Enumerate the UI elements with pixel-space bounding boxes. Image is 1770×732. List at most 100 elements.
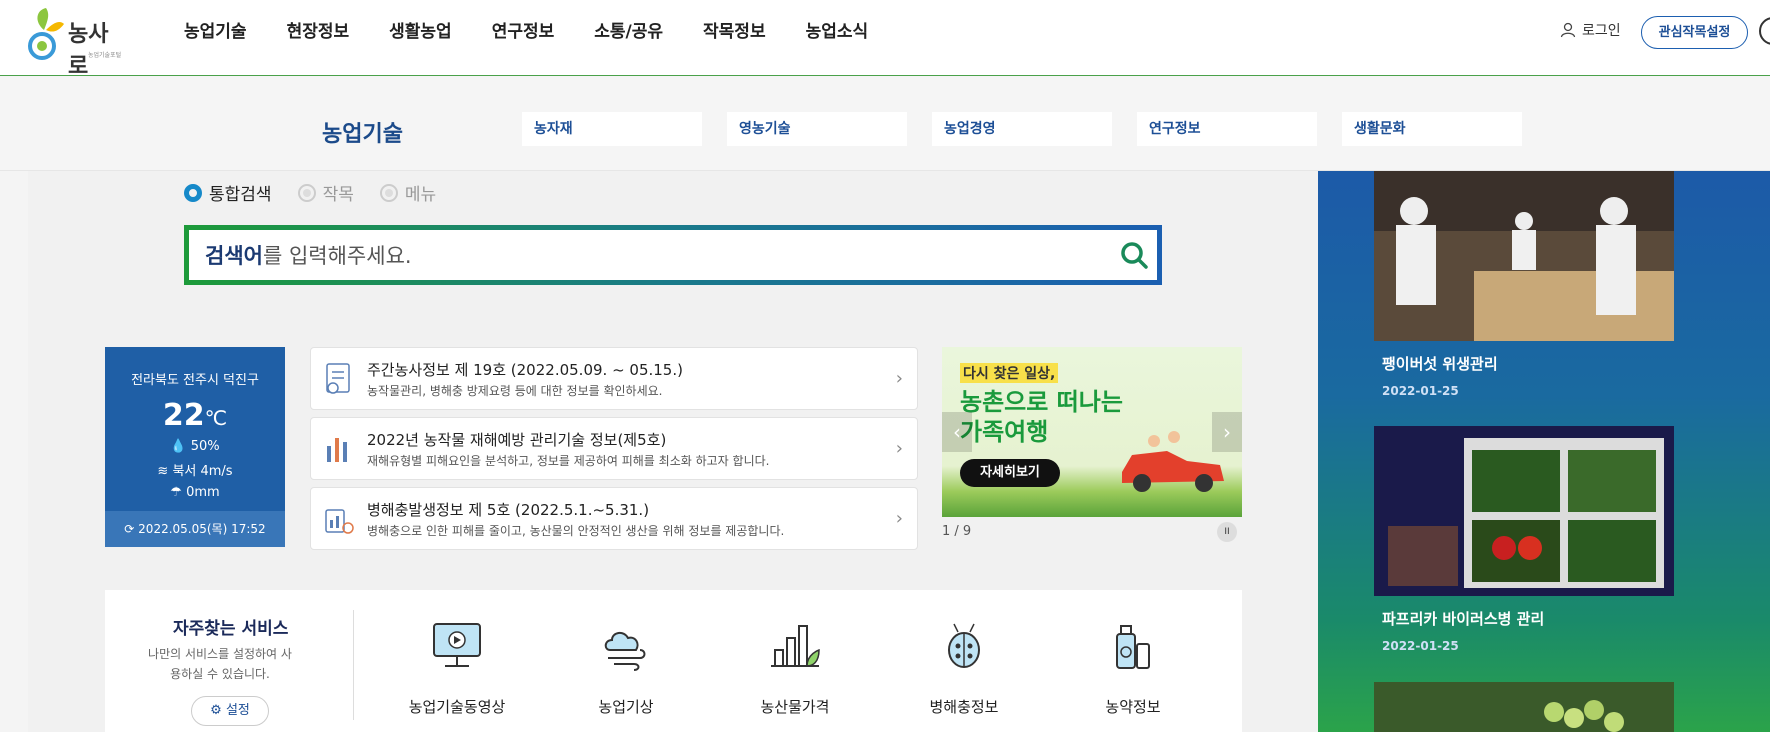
- radio-integrated-search[interactable]: 통합검색: [184, 180, 272, 205]
- temperature-value: 22: [162, 398, 205, 433]
- search-icon[interactable]: [1119, 240, 1149, 270]
- radio-unselected-icon: [379, 183, 398, 202]
- favorite-crop-button[interactable]: 관심작목설정: [1641, 16, 1748, 49]
- weather-wind: ≋ 북서 4m/s: [157, 464, 233, 479]
- weather-location: 전라북도 전주시 덕진구: [131, 373, 259, 388]
- service-label: 병해충정보: [929, 698, 999, 716]
- login-label: 로그인: [1582, 23, 1621, 39]
- subnav-item-farming-tech[interactable]: 영농기술: [727, 112, 907, 146]
- radio-unselected-icon: [297, 183, 316, 202]
- news-item[interactable]: 주간농사정보 제 19호 (2022.05.09. ~ 05.15.) 농작물관…: [310, 347, 918, 410]
- weather-rain: ☂ 0mm: [170, 485, 220, 500]
- weather-updated[interactable]: ⟳ 2022.05.05(목) 17:52: [105, 511, 285, 547]
- service-prices[interactable]: 농산물가격: [725, 620, 865, 717]
- news-description: 재해유형별 피해요인을 분석하고, 정보를 제공하여 피해를 최소화 하고자 합…: [367, 454, 770, 468]
- cloud-wind-icon: [604, 632, 646, 671]
- banner-kicker: 다시 찾은 일상,: [960, 363, 1059, 383]
- banner-detail-button[interactable]: 자세히보기: [960, 459, 1060, 487]
- nav-item-life-agri[interactable]: 생활농업: [389, 20, 452, 44]
- nav-item-community[interactable]: 소통/공유: [594, 20, 663, 44]
- service-label: 농업기술동영상: [408, 698, 506, 716]
- services-description: 나만의 서비스를 설정하여 사용하실 수 있습니다.: [148, 647, 292, 681]
- wind-value: 북서 4m/s: [172, 464, 233, 479]
- radio-label: 메뉴: [404, 185, 437, 205]
- nav-item-field-info[interactable]: 현장정보: [287, 20, 350, 44]
- chevron-right-icon: ›: [895, 508, 903, 529]
- weather-widget: 전라북도 전주시 덕진구 22℃ 💧 50% ≋ 북서 4m/s ☂ 0mm ⟳…: [105, 347, 285, 547]
- radio-selected-icon: [184, 183, 202, 202]
- subnav-title: 농업기술: [322, 122, 403, 147]
- service-weather[interactable]: 농업기상: [556, 620, 696, 717]
- subnav-item-materials[interactable]: 농자재: [522, 112, 702, 146]
- service-label: 농약정보: [1105, 698, 1161, 716]
- weather-temperature: 22℃: [105, 398, 285, 433]
- subnav-item-research[interactable]: 연구정보: [1137, 112, 1317, 146]
- radio-menu-search[interactable]: 메뉴: [379, 180, 437, 205]
- site-logo[interactable]: 농사로 농업기술포털: [26, 0, 126, 79]
- weather-humidity: 💧 50%: [170, 439, 220, 454]
- news-item[interactable]: 병해충발생정보 제 5호 (2022.5.1.~5.31.) 병해충으로 인한 …: [310, 487, 918, 550]
- radio-label: 작목: [322, 185, 354, 205]
- pesticide-bottle-icon: [1116, 625, 1150, 669]
- menu-toggle-icon[interactable]: [1759, 17, 1770, 45]
- banner-headline-line2: 가족여행: [960, 418, 1049, 446]
- services-setting-button[interactable]: ⚙ 설정: [191, 696, 269, 726]
- radio-crop-search[interactable]: 작목: [297, 180, 354, 205]
- news-title: 병해충발생정보 제 5호 (2022.5.1.~5.31.): [367, 501, 650, 519]
- monitor-play-icon: [433, 623, 481, 667]
- card-title[interactable]: 파프리카 바이러스병 관리: [1382, 608, 1544, 629]
- price-chart-icon: [771, 625, 820, 667]
- service-video[interactable]: 농업기술동영상: [387, 620, 527, 717]
- pest-report-icon: [325, 509, 354, 534]
- temperature-unit: ℃: [204, 406, 228, 430]
- leaf-logo-icon: [28, 8, 64, 60]
- nav-item-crops[interactable]: 작목정보: [703, 20, 766, 44]
- humidity-value: 50%: [190, 439, 220, 454]
- banner-headline: 농촌으로 떠나는 가족여행: [960, 387, 1123, 447]
- subnav-item-farm-management[interactable]: 농업경영: [932, 112, 1112, 146]
- news-title: 주간농사정보 제 19호 (2022.05.09. ~ 05.15.): [367, 361, 683, 379]
- search-input[interactable]: 검색어를 입력해주세요.: [205, 240, 1085, 270]
- document-icon: [326, 363, 350, 394]
- logo-subtitle: 농업기술포털: [88, 52, 122, 59]
- service-label: 농업기상: [598, 698, 654, 716]
- nav-item-research[interactable]: 연구정보: [492, 20, 555, 44]
- nav-item-agri-tech[interactable]: 농업기술: [184, 20, 247, 44]
- rain-value: 0mm: [186, 485, 220, 500]
- login-link[interactable]: 로그인: [1560, 20, 1621, 40]
- bar-chart-icon: [327, 438, 347, 462]
- header: 농사로 농업기술포털 농업기술 현장정보 생활농업 연구정보 소통/공유 작목정…: [0, 0, 1770, 79]
- mushroom-factory-image[interactable]: [1374, 171, 1674, 341]
- main-nav: 농업기술 현장정보 생활농업 연구정보 소통/공유 작목정보 농업소식: [184, 20, 908, 44]
- search-placeholder-bold: 검색어: [205, 244, 263, 268]
- card-date: 2022-01-25: [1382, 639, 1459, 653]
- pause-icon[interactable]: II: [1217, 522, 1237, 542]
- service-label: 농산물가격: [760, 698, 830, 716]
- service-pests[interactable]: 병해충정보: [894, 620, 1034, 717]
- card-title[interactable]: 팽이버섯 위생관리: [1382, 353, 1498, 374]
- weather-updated-time: 2022.05.05(목) 17:52: [138, 522, 266, 536]
- banner-next-button[interactable]: ›: [1212, 412, 1242, 452]
- paprika-virus-image[interactable]: [1374, 426, 1674, 596]
- grape-image[interactable]: [1374, 682, 1674, 732]
- nav-item-news[interactable]: 농업소식: [806, 20, 869, 44]
- radio-label: 통합검색: [209, 185, 272, 205]
- chevron-right-icon: ›: [895, 368, 903, 389]
- news-description: 병해충으로 인한 피해를 줄이고, 농산물의 안정적인 생산을 위해 정보를 제…: [367, 524, 785, 538]
- side-panel: 팽이버섯 위생관리 2022-01-25 파프리카 바이러스병 관리 2022-…: [1318, 171, 1770, 732]
- user-icon: [1560, 22, 1576, 38]
- news-description: 농작물관리, 병해충 방제요령 등에 대한 정보를 확인하세요.: [367, 384, 663, 398]
- logo-text: 농사로: [68, 21, 109, 79]
- banner-prev-button[interactable]: ‹: [942, 412, 972, 452]
- subnav-item-culture[interactable]: 생활문화: [1342, 112, 1522, 146]
- service-pesticides[interactable]: 농약정보: [1063, 620, 1203, 717]
- search-scope-options: 통합검색 작목 메뉴: [184, 180, 436, 205]
- card-date: 2022-01-25: [1382, 384, 1459, 398]
- search-box: 검색어를 입력해주세요.: [184, 225, 1162, 285]
- search-placeholder-rest: 를 입력해주세요.: [262, 244, 412, 268]
- promo-banner[interactable]: 다시 찾은 일상, 농촌으로 떠나는 가족여행 자세히보기 ‹ ›: [942, 347, 1242, 517]
- news-item[interactable]: 2022년 농작물 재해예방 관리기술 정보(제5호) 재해유형별 피해요인을 …: [310, 417, 918, 480]
- chevron-right-icon: ›: [895, 438, 903, 459]
- frequent-services: 자주찾는 서비스 나만의 서비스를 설정하여 사용하실 수 있습니다. ⚙ 설정…: [105, 590, 1242, 732]
- news-title: 2022년 농작물 재해예방 관리기술 정보(제5호): [367, 431, 667, 449]
